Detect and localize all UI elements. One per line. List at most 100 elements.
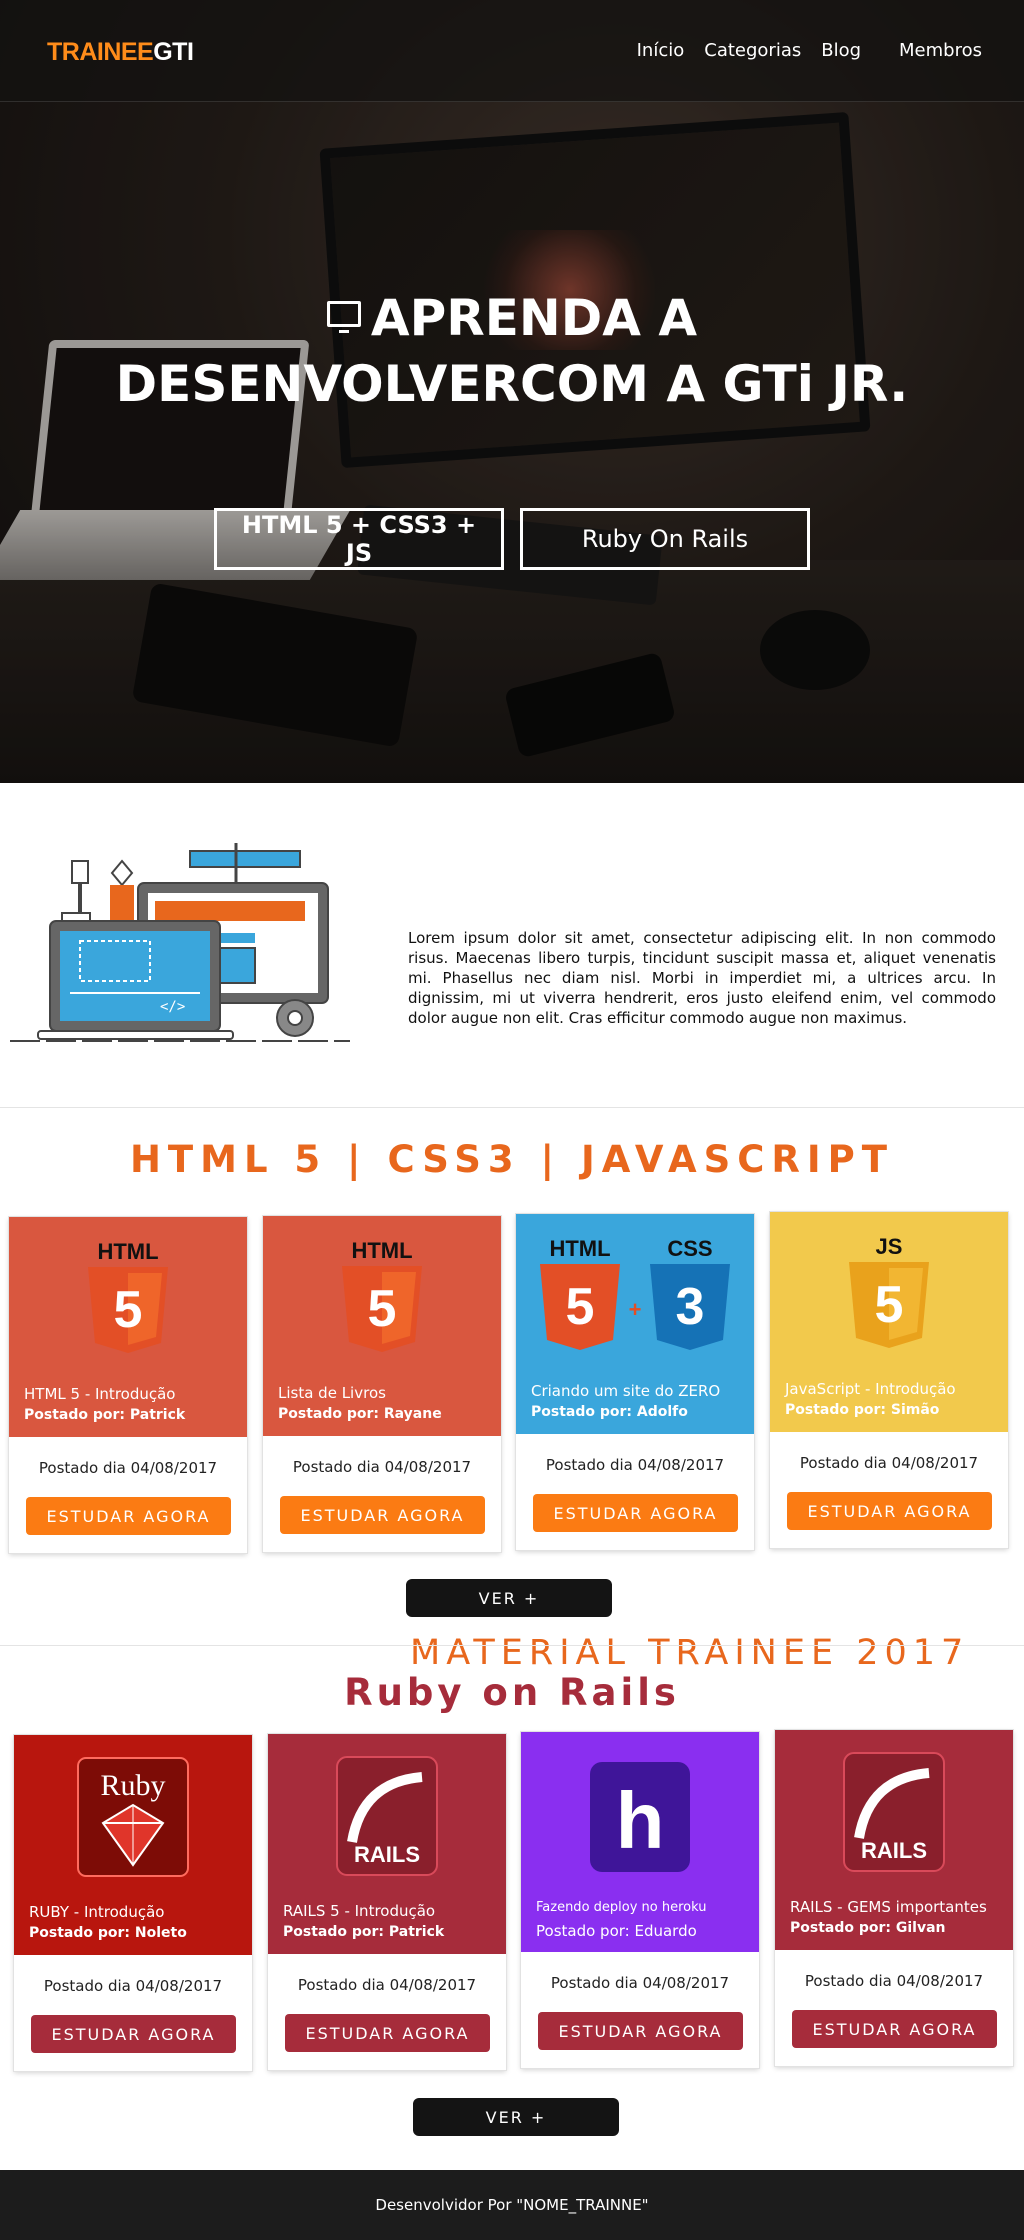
rails-logo-icon: RAILS	[775, 1748, 1013, 1872]
html5-css3-logo-icon: HTML 5 + CSS 3	[516, 1232, 754, 1352]
card-date: Postado dia 04/08/2017	[38, 1459, 218, 1477]
card-banner: RAILS RAILS - GEMS importantes Postado p…	[775, 1730, 1013, 1950]
card-title: HTML 5 - Introdução	[24, 1385, 176, 1403]
svg-text:5: 5	[566, 1278, 595, 1336]
ruby-logo-icon: Ruby	[14, 1753, 252, 1877]
study-now-button[interactable]: ESTUDAR AGORA	[280, 1496, 485, 1534]
html-css-js-button[interactable]: HTML 5 + CSS3 + JS	[214, 508, 504, 570]
card-date: Postado dia 04/08/2017	[292, 1458, 472, 1476]
about-description: Lorem ipsum dolor sit amet, consectetur …	[408, 929, 996, 1027]
card-banner: HTML 5 + CSS 3 Criando um site do ZERO P…	[516, 1214, 754, 1434]
card-author: Postado por: Patrick	[283, 1924, 445, 1940]
svg-text:5: 5	[114, 1281, 143, 1339]
study-now-button[interactable]: ESTUDAR AGORA	[787, 1492, 992, 1530]
top-navbar: TRAINEEGTI Início Categorias Blog Membro…	[0, 0, 1024, 102]
hero-section: TRAINEEGTI Início Categorias Blog Membro…	[0, 0, 1024, 783]
web-development-illustration: </>	[10, 843, 350, 1042]
course-card[interactable]: Ruby RUBY - Introdução Postado por: Nole…	[14, 1735, 252, 2071]
see-more-web-button[interactable]: VER +	[406, 1579, 612, 1617]
footer-credit: Desenvolvidor Por "NOME_TRAINNE"	[375, 2196, 649, 2214]
card-date: Postado dia 04/08/2017	[799, 1454, 979, 1472]
rails-courses-section: Ruby on Rails Ruby RUBY - Introdução Pos…	[0, 1646, 1024, 2170]
heroku-logo-icon: h	[521, 1750, 759, 1872]
page-footer: Desenvolvidor Por "NOME_TRAINNE"	[0, 2170, 1024, 2240]
card-title: Fazendo deploy no heroku	[536, 1900, 707, 1915]
study-now-button[interactable]: ESTUDAR AGORA	[538, 2012, 743, 2050]
study-now-button[interactable]: ESTUDAR AGORA	[31, 2015, 236, 2053]
svg-text:5: 5	[875, 1276, 904, 1334]
course-card[interactable]: RAILS RAILS 5 - Introdução Postado por: …	[268, 1734, 506, 2070]
card-author: Postado por: Noleto	[29, 1925, 187, 1941]
card-banner: HTML 5 HTML 5 - Introdução Postado por: …	[9, 1217, 247, 1437]
course-card[interactable]: HTML 5 + CSS 3 Criando um site do ZERO P…	[516, 1214, 754, 1550]
see-more-rails-button[interactable]: VER +	[413, 2098, 619, 2136]
card-date: Postado dia 04/08/2017	[545, 1456, 725, 1474]
card-author: Postado por: Eduardo	[536, 1922, 697, 1940]
svg-text:CSS: CSS	[667, 1236, 712, 1261]
course-card[interactable]: HTML 5 HTML 5 - Introdução Postado por: …	[9, 1217, 247, 1553]
card-title: Criando um site do ZERO	[531, 1382, 721, 1400]
course-card[interactable]: HTML 5 Lista de Livros Postado por: Raya…	[263, 1216, 501, 1552]
svg-text:3: 3	[676, 1278, 705, 1336]
card-banner: RAILS RAILS 5 - Introdução Postado por: …	[268, 1734, 506, 1954]
nav-link-membros[interactable]: Membros	[895, 38, 986, 63]
about-section: </> MATERIAL TRAINEE 2017 Lorem ipsum do…	[0, 783, 1024, 1673]
html5-logo-icon: HTML 5	[263, 1234, 501, 1354]
rails-logo-icon: RAILS	[268, 1752, 506, 1876]
javascript-logo-icon: JS 5	[770, 1230, 1008, 1350]
hero-title-line2: DESENVOLVERCOM A GTi JR.	[115, 355, 909, 413]
card-title: Lista de Livros	[278, 1384, 386, 1402]
nav-link-blog[interactable]: Blog	[817, 38, 865, 63]
card-date: Postado dia 04/08/2017	[43, 1977, 223, 1995]
svg-text:HTML: HTML	[351, 1238, 412, 1263]
svg-text:JS: JS	[876, 1234, 903, 1259]
card-title: JavaScript - Introdução	[785, 1380, 956, 1398]
study-now-button[interactable]: ESTUDAR AGORA	[26, 1497, 231, 1535]
card-author: Postado por: Rayane	[278, 1406, 442, 1422]
study-now-button[interactable]: ESTUDAR AGORA	[285, 2014, 490, 2052]
svg-text:h: h	[616, 1776, 665, 1865]
monitor-icon	[326, 301, 361, 333]
nav-link-inicio[interactable]: Início	[633, 38, 689, 63]
svg-text:+: +	[629, 1297, 642, 1322]
hero-title: APRENDA A DESENVOLVERCOM A GTi JR.	[0, 285, 1024, 417]
html-logo-text: HTML	[97, 1239, 158, 1264]
card-banner: h Fazendo deploy no heroku Postado por: …	[521, 1732, 759, 1952]
card-author: Postado por: Patrick	[24, 1407, 186, 1423]
svg-text:HTML: HTML	[549, 1236, 610, 1261]
card-date: Postado dia 04/08/2017	[804, 1972, 984, 1990]
course-card[interactable]: RAILS RAILS - GEMS importantes Postado p…	[775, 1730, 1013, 2066]
web-section-title: HTML 5 | CSS3 | JAVASCRIPT	[129, 1138, 895, 1181]
course-card[interactable]: h Fazendo deploy no heroku Postado por: …	[521, 1732, 759, 2068]
rails-section-title: Ruby on Rails	[344, 1671, 680, 1714]
card-date: Postado dia 04/08/2017	[297, 1976, 477, 1994]
study-now-button[interactable]: ESTUDAR AGORA	[792, 2010, 997, 2048]
card-title: RAILS 5 - Introdução	[283, 1902, 436, 1920]
card-author: Postado por: Simão	[785, 1402, 940, 1418]
nav-menu: Início Categorias Blog Membros	[633, 38, 986, 63]
hero-buttons: HTML 5 + CSS3 + JS Ruby On Rails	[0, 508, 1024, 570]
svg-text:RAILS: RAILS	[861, 1838, 927, 1863]
card-date: Postado dia 04/08/2017	[550, 1974, 730, 1992]
svg-text:5: 5	[368, 1280, 397, 1338]
site-logo[interactable]: TRAINEEGTI	[47, 38, 194, 67]
svg-text:Ruby: Ruby	[100, 1769, 165, 1802]
card-banner: Ruby RUBY - Introdução Postado por: Nole…	[14, 1735, 252, 1955]
card-title: RUBY - Introdução	[29, 1903, 165, 1921]
logo-part-gti: GTI	[153, 38, 194, 66]
hero-title-line1: APRENDA A	[370, 289, 698, 347]
svg-text:</>: </>	[160, 999, 185, 1015]
card-author: Postado por: Adolfo	[531, 1404, 688, 1420]
html5-logo-icon: HTML 5	[9, 1235, 247, 1355]
course-card[interactable]: JS 5 JavaScript - Introdução Postado por…	[770, 1212, 1008, 1548]
card-banner: HTML 5 Lista de Livros Postado por: Raya…	[263, 1216, 501, 1436]
svg-text:RAILS: RAILS	[354, 1842, 420, 1867]
web-courses-section: HTML 5 | CSS3 | JAVASCRIPT HTML 5 HTML 5…	[0, 1108, 1024, 1646]
card-banner: JS 5 JavaScript - Introdução Postado por…	[770, 1212, 1008, 1432]
card-author: Postado por: Gilvan	[790, 1920, 946, 1936]
nav-link-categorias[interactable]: Categorias	[700, 38, 805, 63]
study-now-button[interactable]: ESTUDAR AGORA	[533, 1494, 738, 1532]
logo-part-trainee: TRAINEE	[47, 38, 154, 66]
ruby-on-rails-button[interactable]: Ruby On Rails	[520, 508, 810, 570]
card-title: RAILS - GEMS importantes	[790, 1898, 987, 1916]
